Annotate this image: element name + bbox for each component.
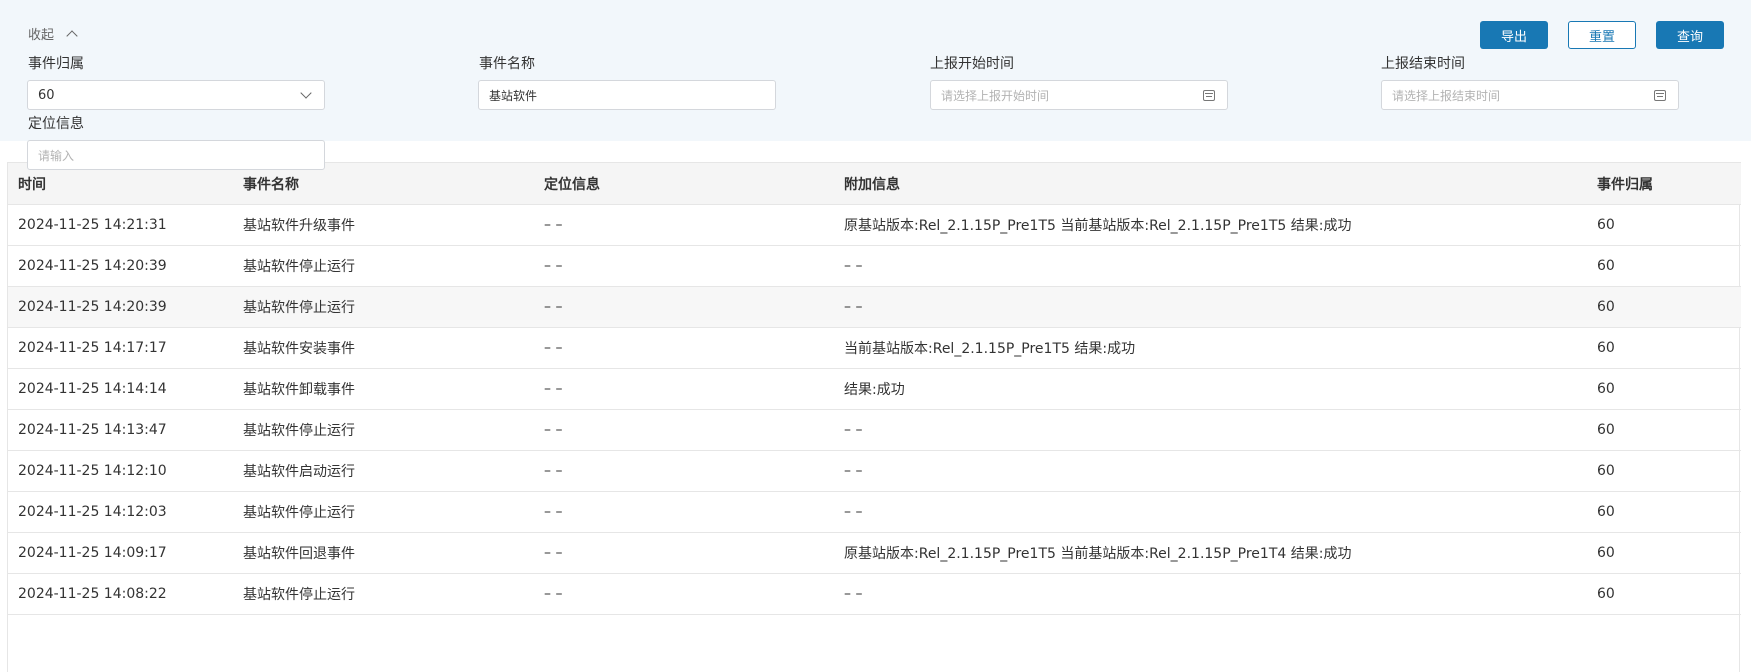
event-owner-label: 事件归属 <box>28 56 84 72</box>
cell-location: – – <box>534 327 834 369</box>
table-row[interactable]: 2024-11-25 14:12:10 基站软件启动运行 – – – – 60 <box>8 450 1741 492</box>
chevron-up-icon <box>66 29 78 42</box>
export-button[interactable]: 导出 <box>1480 21 1548 49</box>
cell-event-name: 基站软件升级事件 <box>233 204 534 246</box>
cell-event-name: 基站软件回退事件 <box>233 532 534 574</box>
cell-extra-info: – – <box>834 286 1587 328</box>
table-row[interactable]: 2024-11-25 14:09:17 基站软件回退事件 – – 原基站版本:R… <box>8 532 1741 574</box>
cell-extra-info: 原基站版本:Rel_2.1.15P_Pre1T5 当前基站版本:Rel_2.1.… <box>834 532 1587 574</box>
cell-event-owner: 60 <box>1587 204 1741 246</box>
event-table: 时间 事件名称 定位信息 附加信息 事件归属 2024-11-25 14:21:… <box>7 162 1741 672</box>
cell-location: – – <box>534 450 834 492</box>
event-name-label: 事件名称 <box>479 56 535 72</box>
cell-event-name: 基站软件停止运行 <box>233 409 534 451</box>
chevron-down-icon <box>300 86 312 99</box>
cell-time: 2024-11-25 14:17:17 <box>8 327 233 369</box>
cell-event-name: 基站软件卸载事件 <box>233 368 534 410</box>
cell-event-owner: 60 <box>1587 491 1741 533</box>
cell-extra-info: 当前基站版本:Rel_2.1.15P_Pre1T5 结果:成功 <box>834 327 1587 369</box>
cell-time: 2024-11-25 14:20:39 <box>8 245 233 287</box>
cell-time: 2024-11-25 14:08:22 <box>8 573 233 615</box>
calendar-icon <box>1654 89 1666 101</box>
cell-event-owner: 60 <box>1587 327 1741 369</box>
reset-button[interactable]: 重置 <box>1568 21 1636 49</box>
cell-time: 2024-11-25 14:20:39 <box>8 286 233 328</box>
collapse-toggle[interactable]: 收起 <box>28 24 78 43</box>
cell-time: 2024-11-25 14:12:03 <box>8 491 233 533</box>
calendar-icon <box>1203 89 1215 101</box>
cell-extra-info: 结果:成功 <box>834 368 1587 410</box>
table-row[interactable]: 2024-11-25 14:17:17 基站软件安装事件 – – 当前基站版本:… <box>8 327 1741 369</box>
table-row[interactable]: 2024-11-25 14:12:03 基站软件停止运行 – – – – 60 <box>8 491 1741 533</box>
location-input[interactable]: 请输入 <box>27 140 325 170</box>
table-row[interactable]: 2024-11-25 14:13:47 基站软件停止运行 – – – – 60 <box>8 409 1741 451</box>
report-end-picker[interactable]: 请选择上报结束时间 <box>1381 80 1679 110</box>
column-header: 事件归属 <box>1587 162 1741 205</box>
report-end-label: 上报结束时间 <box>1381 56 1465 72</box>
cell-time: 2024-11-25 14:13:47 <box>8 409 233 451</box>
event-name-input[interactable]: 基站软件 <box>478 80 776 110</box>
location-placeholder: 请输入 <box>38 148 75 163</box>
collapse-label: 收起 <box>28 28 55 43</box>
cell-event-owner: 60 <box>1587 573 1741 615</box>
cell-location: – – <box>534 368 834 410</box>
cell-event-name: 基站软件停止运行 <box>233 245 534 287</box>
column-header: 定位信息 <box>534 162 834 205</box>
cell-time: 2024-11-25 14:14:14 <box>8 368 233 410</box>
cell-time: 2024-11-25 14:12:10 <box>8 450 233 492</box>
cell-time: 2024-11-25 14:09:17 <box>8 532 233 574</box>
cell-location: – – <box>534 532 834 574</box>
report-start-placeholder: 请选择上报开始时间 <box>941 88 1050 103</box>
column-header: 附加信息 <box>834 162 1587 205</box>
cell-event-name: 基站软件停止运行 <box>233 491 534 533</box>
cell-event-owner: 60 <box>1587 409 1741 451</box>
cell-event-name: 基站软件停止运行 <box>233 286 534 328</box>
cell-time: 2024-11-25 14:21:31 <box>8 204 233 246</box>
cell-event-owner: 60 <box>1587 368 1741 410</box>
cell-location: – – <box>534 286 834 328</box>
table-row[interactable]: 2024-11-25 14:20:39 基站软件停止运行 – – – – 60 <box>8 245 1741 287</box>
cell-event-owner: 60 <box>1587 450 1741 492</box>
cell-extra-info: – – <box>834 409 1587 451</box>
table-row[interactable]: 2024-11-25 14:14:14 基站软件卸载事件 – – 结果:成功 6… <box>8 368 1741 410</box>
cell-location: – – <box>534 409 834 451</box>
table-row[interactable]: 2024-11-25 14:21:31 基站软件升级事件 – – 原基站版本:R… <box>8 204 1741 246</box>
report-end-placeholder: 请选择上报结束时间 <box>1392 88 1501 103</box>
cell-event-owner: 60 <box>1587 532 1741 574</box>
cell-event-name: 基站软件启动运行 <box>233 450 534 492</box>
cell-extra-info: – – <box>834 491 1587 533</box>
cell-location: – – <box>534 245 834 287</box>
cell-event-name: 基站软件安装事件 <box>233 327 534 369</box>
cell-location: – – <box>534 573 834 615</box>
cell-event-name: 基站软件停止运行 <box>233 573 534 615</box>
report-start-picker[interactable]: 请选择上报开始时间 <box>930 80 1228 110</box>
cell-location: – – <box>534 491 834 533</box>
cell-extra-info: – – <box>834 245 1587 287</box>
event-owner-select[interactable]: 60 <box>27 80 325 110</box>
report-start-label: 上报开始时间 <box>930 56 1014 72</box>
cell-event-owner: 60 <box>1587 245 1741 287</box>
table-row[interactable]: 2024-11-25 14:08:22 基站软件停止运行 – – – – 60 <box>8 573 1741 615</box>
cell-location: – – <box>534 204 834 246</box>
filter-panel: 收起 导出 重置 查询 事件归属 60 事件名称 基站软件 上报开始时间 请选择… <box>0 0 1751 170</box>
cell-event-owner: 60 <box>1587 286 1741 328</box>
location-label: 定位信息 <box>28 116 84 132</box>
event-owner-value: 60 <box>38 87 55 103</box>
action-buttons: 导出 重置 查询 <box>1480 21 1724 49</box>
cell-extra-info: – – <box>834 450 1587 492</box>
table-row[interactable]: 2024-11-25 14:20:39 基站软件停止运行 – – – – 60 <box>8 286 1741 328</box>
cell-extra-info: 原基站版本:Rel_2.1.15P_Pre1T5 当前基站版本:Rel_2.1.… <box>834 204 1587 246</box>
query-button[interactable]: 查询 <box>1656 21 1724 49</box>
cell-extra-info: – – <box>834 573 1587 615</box>
event-name-value: 基站软件 <box>489 88 538 103</box>
